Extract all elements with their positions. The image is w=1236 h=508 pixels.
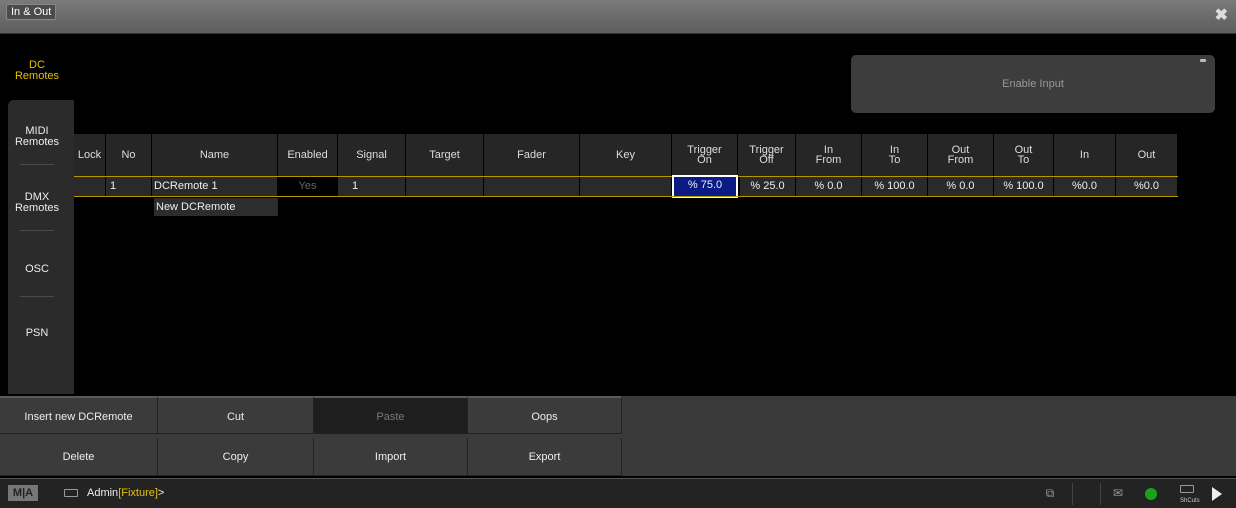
column-header-target[interactable]: Target xyxy=(406,134,484,176)
cell-no[interactable]: 1 xyxy=(106,177,152,196)
table-row[interactable]: 1 DCRemote 1 Yes 1 % 75.0 % 25.0 % 0.0 %… xyxy=(74,175,1178,198)
import-button[interactable]: Import xyxy=(314,438,468,476)
row-bottom-border xyxy=(74,196,1178,197)
column-header-out-to[interactable]: Out To xyxy=(994,134,1054,176)
status-bar: M|A Admin[Fixture]> ⧉ ✉ ShCuts xyxy=(0,478,1236,508)
delete-button[interactable]: Delete xyxy=(0,438,158,476)
sidebar-item-label: MIDI Remotes xyxy=(14,125,60,148)
column-header-name[interactable]: Name xyxy=(152,134,278,176)
column-header-key[interactable]: Key xyxy=(580,134,672,176)
network-icon[interactable]: ⧉ xyxy=(1042,485,1058,501)
sidebar: DC Remotes MIDI Remotes DMX Remotes OSC … xyxy=(0,34,74,394)
sidebar-item-psn[interactable]: PSN xyxy=(0,328,74,339)
divider xyxy=(1072,483,1073,505)
sidebar-item-label: DC Remotes xyxy=(14,59,60,82)
enable-input-label: Enable Input xyxy=(1002,78,1064,90)
enable-input-button[interactable]: Enable Input xyxy=(851,55,1215,113)
close-icon[interactable]: ✖ xyxy=(1215,8,1228,24)
ma-logo[interactable]: M|A xyxy=(8,485,38,501)
sidebar-item-midi-remotes[interactable]: MIDI Remotes xyxy=(0,126,74,148)
play-icon[interactable] xyxy=(1212,487,1222,501)
sidebar-item-dc-remotes[interactable]: DC Remotes xyxy=(0,60,74,82)
sidebar-item-label: OSC xyxy=(25,263,49,275)
shortcuts-label: ShCuts xyxy=(1180,498,1200,504)
command-context: [Fixture] xyxy=(118,487,158,499)
cell-in-to[interactable]: % 100.0 xyxy=(862,177,928,196)
sidebar-item-label: DMX Remotes xyxy=(14,191,60,214)
column-header-in-to[interactable]: In To xyxy=(862,134,928,176)
sidebar-item-dmx-remotes[interactable]: DMX Remotes xyxy=(0,192,74,214)
export-button[interactable]: Export xyxy=(468,438,622,476)
column-header-lock[interactable]: Lock xyxy=(74,134,106,176)
keyboard-icon[interactable] xyxy=(64,489,78,497)
indicator-icon xyxy=(1200,59,1206,62)
sidebar-item-label: PSN xyxy=(25,327,49,339)
cell-key[interactable] xyxy=(580,177,672,196)
cell-lock[interactable] xyxy=(74,177,106,196)
column-header-in[interactable]: In xyxy=(1054,134,1116,176)
cell-out: %0.0 xyxy=(1116,177,1178,196)
command-line[interactable]: Admin[Fixture]> xyxy=(87,486,164,500)
column-header-trigger-off[interactable]: Trigger Off xyxy=(738,134,796,176)
cell-out-from[interactable]: % 0.0 xyxy=(928,177,994,196)
column-header-fader[interactable]: Fader xyxy=(484,134,580,176)
globe-icon[interactable] xyxy=(1145,488,1157,500)
window-title: In & Out xyxy=(6,4,57,20)
insert-new-button[interactable]: Insert new DCRemote xyxy=(0,396,158,434)
cut-button[interactable]: Cut xyxy=(158,396,314,434)
paste-button[interactable]: Paste xyxy=(314,396,468,434)
column-header-out-from[interactable]: Out From xyxy=(928,134,994,176)
column-header-enabled[interactable]: Enabled xyxy=(278,134,338,176)
sidebar-item-osc[interactable]: OSC xyxy=(0,264,74,275)
cell-fader[interactable] xyxy=(484,177,580,196)
copy-button[interactable]: Copy xyxy=(158,438,314,476)
divider xyxy=(20,296,54,297)
divider xyxy=(20,164,54,165)
column-header-trigger-on[interactable]: Trigger On xyxy=(672,134,738,176)
cell-trigger-on[interactable]: % 75.0 xyxy=(672,175,738,198)
column-header-out[interactable]: Out xyxy=(1116,134,1178,176)
cell-out-to[interactable]: % 100.0 xyxy=(994,177,1054,196)
button-bar: Insert new DCRemote Cut Paste Oops Delet… xyxy=(0,396,1236,476)
oops-button[interactable]: Oops xyxy=(468,396,622,434)
cell-in-from[interactable]: % 0.0 xyxy=(796,177,862,196)
cell-in: %0.0 xyxy=(1054,177,1116,196)
divider xyxy=(1100,483,1101,505)
cell-target[interactable] xyxy=(406,177,484,196)
mail-icon[interactable]: ✉ xyxy=(1110,485,1126,501)
cell-signal[interactable]: 1 xyxy=(338,177,406,196)
divider xyxy=(20,230,54,231)
column-header-no[interactable]: No xyxy=(106,134,152,176)
column-header-signal[interactable]: Signal xyxy=(338,134,406,176)
cell-trigger-off[interactable]: % 25.0 xyxy=(740,177,796,196)
new-row-placeholder[interactable]: New DCRemote xyxy=(154,198,278,216)
column-header-in-from[interactable]: In From xyxy=(796,134,862,176)
command-user: Admin xyxy=(87,487,119,499)
cell-enabled[interactable]: Yes xyxy=(278,177,338,196)
table-header: Lock No Name Enabled Signal Target Fader… xyxy=(74,134,1178,176)
cell-name[interactable]: DCRemote 1 xyxy=(152,177,278,196)
shortcuts-icon[interactable] xyxy=(1180,485,1194,493)
title-bar: In & Out ✖ xyxy=(0,0,1236,34)
command-prompt: > xyxy=(157,487,165,499)
